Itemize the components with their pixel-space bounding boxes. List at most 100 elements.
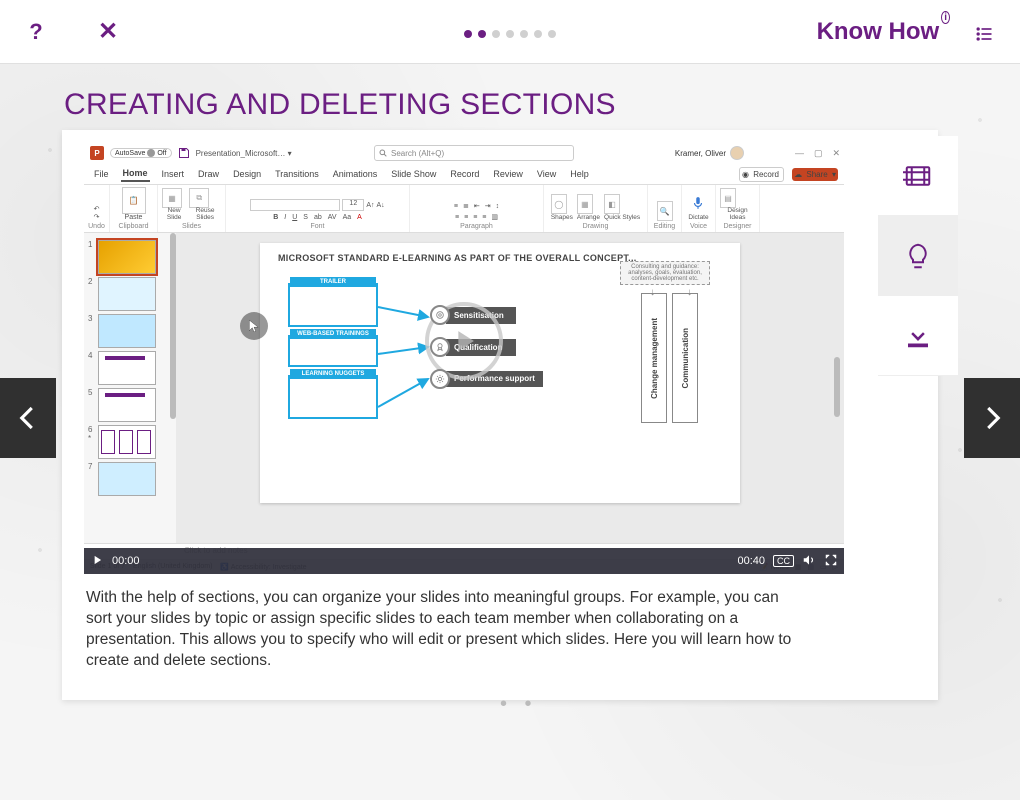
align-right-icon[interactable]: ≡ [473, 214, 477, 221]
thumbnail-5[interactable]: 5 [88, 388, 172, 422]
thumbnail-1[interactable]: 1 [88, 240, 172, 274]
thumbnail-2[interactable]: 2 [88, 277, 172, 311]
slide-canvas-area[interactable]: MICROSOFT STANDARD E-LEARNING AS PART OF… [176, 233, 844, 543]
cc-button[interactable]: CC [773, 555, 794, 567]
align-left-icon[interactable]: ≡ [455, 214, 459, 221]
window-controls: — ▢ ✕ [795, 148, 840, 159]
play-button[interactable] [90, 553, 104, 570]
video-player[interactable]: P AutoSave Off Presentation_Microsoft… ▾… [84, 142, 844, 574]
design-ideas-button[interactable]: ▤ Design Ideas [720, 188, 755, 221]
toggle-knob-icon [147, 149, 155, 157]
tab-slideshow[interactable]: Slide Show [389, 167, 438, 181]
username: Kramer, Oliver [675, 149, 726, 158]
columns-icon[interactable]: ▥ [491, 213, 498, 221]
fullscreen-button[interactable] [824, 553, 838, 570]
quick-styles-button[interactable]: ◧Quick Styles [604, 194, 640, 221]
ribbon-voice: Dictate Voice [682, 185, 716, 232]
progress-dot [464, 30, 472, 38]
font-size-input[interactable]: 12 [342, 199, 364, 211]
tab-transitions[interactable]: Transitions [273, 167, 321, 181]
user-label[interactable]: Kramer, Oliver [675, 146, 744, 160]
new-slide-button[interactable]: ▦ New Slide [162, 188, 186, 221]
save-icon[interactable] [178, 147, 190, 159]
font-color-icon[interactable]: A [357, 214, 362, 221]
tab-design[interactable]: Design [231, 167, 263, 181]
justify-icon[interactable]: ≡ [482, 214, 486, 221]
strikethrough-icon[interactable]: S [303, 214, 308, 221]
editing-icon[interactable]: 🔍 [657, 201, 673, 221]
reuse-slides-button[interactable]: ⧉ Reuse Slides [189, 188, 221, 221]
side-toolbar [878, 136, 958, 376]
video-controls: 00:00 00:40 CC [84, 548, 844, 574]
tab-view[interactable]: View [535, 167, 558, 181]
numbering-icon[interactable]: ≣ [463, 202, 469, 210]
tab-record[interactable]: Record [448, 167, 481, 181]
app-header: ? ✕ Know Howi [0, 0, 1020, 64]
close-icon[interactable]: ✕ [832, 148, 840, 159]
dictate-button[interactable]: Dictate [688, 194, 708, 221]
group-label: Slides [182, 223, 201, 230]
tab-help[interactable]: Help [568, 167, 591, 181]
shapes-button[interactable]: ◯Shapes [551, 194, 573, 221]
thumbnail-4[interactable]: 4 [88, 351, 172, 385]
group-label: Font [310, 223, 324, 230]
restore-icon[interactable]: ▢ [814, 148, 823, 159]
close-button[interactable]: ✕ [92, 16, 124, 48]
text-shadow-icon[interactable]: ab [314, 214, 322, 221]
ppt-titlebar: P AutoSave Off Presentation_Microsoft… ▾… [84, 142, 844, 164]
italic-icon[interactable]: I [284, 214, 286, 221]
thumbnail-6[interactable]: 6* [88, 425, 172, 459]
filename-label[interactable]: Presentation_Microsoft… ▾ [196, 149, 292, 158]
bullets-icon[interactable]: ≡ [454, 203, 458, 210]
gear-icon [430, 369, 450, 389]
redo-icon[interactable]: ↷ [94, 213, 100, 221]
minimize-icon[interactable]: — [795, 148, 804, 159]
tab-file[interactable]: File [92, 167, 111, 181]
autosave-toggle[interactable]: AutoSave Off [110, 148, 172, 158]
ribbon-slides: ▦ New Slide ⧉ Reuse Slides Slides [158, 185, 226, 232]
increase-font-icon[interactable]: A↑ [366, 202, 374, 209]
tab-review[interactable]: Review [491, 167, 525, 181]
font-family-input[interactable] [250, 199, 340, 211]
slide-thumbnails[interactable]: 1 2 3 4 5 6* 7 [84, 233, 176, 543]
undo-icon[interactable]: ↶ [94, 205, 100, 213]
underline-icon[interactable]: U [292, 214, 297, 221]
box-trailer: TRAILER [288, 283, 378, 327]
tips-tab[interactable] [878, 216, 958, 296]
char-spacing-icon[interactable]: AV [328, 214, 337, 221]
indent-more-icon[interactable]: ⇥ [485, 202, 491, 210]
lesson-description: With the help of sections, you can organ… [62, 574, 832, 700]
arrange-button[interactable]: ▦Arrange [577, 194, 600, 221]
decrease-font-icon[interactable]: A↓ [377, 202, 385, 209]
download-tab[interactable] [878, 296, 958, 376]
paste-icon[interactable]: 📋 [122, 187, 146, 214]
volume-button[interactable] [802, 553, 816, 570]
lesson-card: P AutoSave Off Presentation_Microsoft… ▾… [62, 130, 938, 700]
tab-insert[interactable]: Insert [160, 167, 187, 181]
tab-home[interactable]: Home [121, 166, 150, 182]
share-button[interactable]: ☁ Share ▾ [792, 168, 838, 181]
change-case-icon[interactable]: Aa [343, 214, 352, 221]
menu-button[interactable] [974, 24, 994, 49]
mouse-cursor-highlight [240, 312, 268, 340]
new-slide-label: New Slide [162, 208, 186, 221]
help-button[interactable]: ? [20, 16, 52, 48]
search-placeholder: Search (Alt+Q) [391, 149, 444, 158]
indent-less-icon[interactable]: ⇤ [474, 202, 480, 210]
next-button[interactable] [964, 378, 1020, 458]
lightbulb-icon [903, 241, 933, 271]
tab-animations[interactable]: Animations [331, 167, 380, 181]
tab-draw[interactable]: Draw [196, 167, 221, 181]
ribbon-font: 12 A↑ A↓ B I U S ab AV Aa A [226, 185, 410, 232]
video-tab[interactable] [878, 136, 958, 216]
bold-icon[interactable]: B [273, 214, 278, 221]
record-button[interactable]: ◉ Record [739, 167, 784, 182]
thumbnail-7[interactable]: 7 [88, 462, 172, 496]
search-input[interactable]: Search (Alt+Q) [374, 145, 574, 161]
prev-button[interactable] [0, 378, 56, 458]
lesson-title: CREATING AND DELETING SECTIONS [64, 88, 616, 122]
arrange-icon: ▦ [577, 194, 593, 214]
line-spacing-icon[interactable]: ↕ [496, 203, 500, 210]
align-center-icon[interactable]: ≡ [464, 214, 468, 221]
thumbnail-3[interactable]: 3 [88, 314, 172, 348]
